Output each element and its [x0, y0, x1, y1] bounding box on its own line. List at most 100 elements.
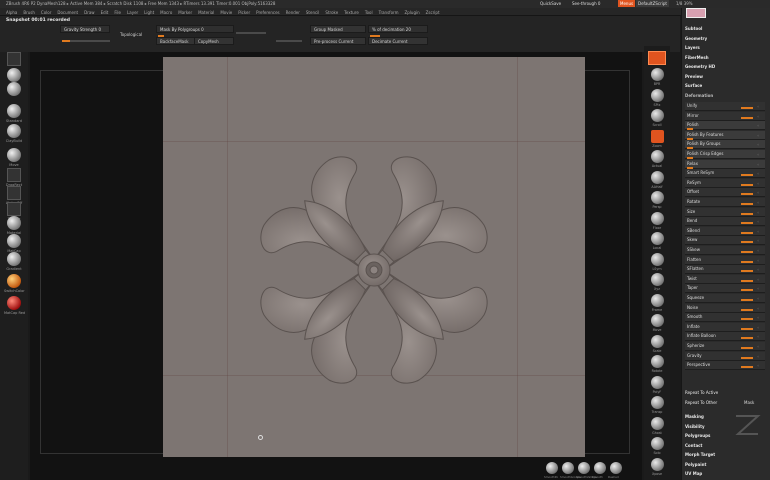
menu-item-marker[interactable]: Marker: [178, 10, 192, 15]
right-shelf-bpr[interactable]: BPR: [647, 68, 667, 86]
menu-item-preferences[interactable]: Preferences: [256, 10, 280, 15]
left-shelf-item[interactable]: ClayBuild: [4, 124, 24, 143]
axis-toggle-icon[interactable]: ◦: [757, 315, 762, 320]
deform-slider[interactable]: [741, 318, 753, 321]
default-zscript-button[interactable]: DefaultZScript: [636, 0, 669, 7]
brush-smooth-icon[interactable]: [594, 462, 606, 474]
right-shelf-rotate[interactable]: Rotate: [647, 355, 667, 373]
left-shelf-item[interactable]: [4, 82, 24, 97]
deform-relax[interactable]: Relax ◦: [685, 159, 765, 169]
deform-slider[interactable]: [741, 231, 753, 234]
menus-button[interactable]: Menus: [618, 0, 636, 7]
menu-item-draw[interactable]: Draw: [84, 10, 94, 15]
left-shelf-item[interactable]: Gradient: [4, 252, 24, 271]
group-masked-button[interactable]: Group Masked: [310, 25, 366, 33]
repeat-mask-button[interactable]: Mask: [744, 400, 754, 405]
menu-item-zplugin[interactable]: Zplugin: [405, 10, 420, 15]
deform-slider[interactable]: [741, 251, 753, 253]
deform-noise[interactable]: Noise ◦: [685, 303, 765, 313]
menu-item-zscript[interactable]: Zscript: [426, 10, 440, 15]
deform-rotate[interactable]: Rotate ◦: [685, 198, 765, 207]
deform-slider[interactable]: [741, 174, 753, 177]
right-shelf-move[interactable]: Move: [647, 314, 667, 332]
axis-toggle-icon[interactable]: ◦: [757, 229, 762, 234]
deform-resym[interactable]: ReSym ◦: [685, 178, 765, 188]
axis-toggle-icon[interactable]: ◦: [757, 171, 762, 176]
menu-item-stroke[interactable]: Stroke: [325, 10, 338, 15]
material-swatch[interactable]: [686, 8, 706, 18]
deform-inflate-balloon[interactable]: Inflate Balloon ◦: [685, 332, 765, 342]
tray-menu-fibermesh[interactable]: FiberMesh: [685, 55, 768, 62]
axis-toggle-icon[interactable]: ◦: [757, 190, 762, 195]
right-shelf-floor[interactable]: Floor: [647, 211, 667, 230]
decimation-percent-slider[interactable]: % of decimation 20: [368, 25, 428, 33]
tray-menu-layers[interactable]: Layers: [685, 45, 768, 52]
brush-smoothgroups-icon[interactable]: [562, 462, 574, 474]
left-shelf-item[interactable]: SwitchColor: [4, 274, 25, 293]
right-shelf-scale[interactable]: Scale: [647, 334, 667, 353]
right-shelf-transp[interactable]: Transp: [647, 396, 667, 414]
axis-toggle-icon[interactable]: ◦: [757, 181, 762, 186]
menu-item-macro[interactable]: Macro: [160, 10, 172, 15]
right-shelf-scroll[interactable]: Scroll: [647, 109, 667, 127]
deform-slider[interactable]: [741, 327, 753, 330]
axis-toggle-icon[interactable]: ◦: [757, 238, 762, 243]
axis-toggle-icon[interactable]: ◦: [757, 296, 762, 301]
deform-slider[interactable]: [741, 107, 753, 109]
axis-toggle-icon[interactable]: ◦: [757, 162, 762, 167]
deform-slider[interactable]: [741, 183, 753, 186]
right-shelf-persp[interactable]: Persp: [647, 191, 667, 209]
menu-item-render[interactable]: Render: [286, 10, 300, 15]
tray-menu-subtool[interactable]: Subtool: [685, 26, 768, 33]
deform-slider[interactable]: [741, 366, 753, 369]
repeat-to-active-button[interactable]: Repeat To Active: [685, 390, 768, 397]
deform-bend[interactable]: Bend ◦: [685, 217, 765, 227]
copy-mesh-button[interactable]: CopyMesh: [194, 37, 234, 45]
left-shelf-item[interactable]: Material: [4, 216, 24, 235]
deform-slider[interactable]: [741, 222, 753, 225]
tray-menu-contact[interactable]: Contact: [685, 443, 768, 450]
deform-polish-by-features[interactable]: Polish By Features ◦: [685, 130, 765, 140]
gravity-strength-slider[interactable]: Gravity Strength 0: [60, 25, 110, 33]
menu-item-light[interactable]: Light: [144, 10, 154, 15]
deform-gravity[interactable]: Gravity ◦: [685, 351, 765, 361]
right-shelf-xyz[interactable]: Xyz: [647, 273, 667, 291]
axis-toggle-icon[interactable]: ◦: [757, 210, 762, 215]
right-shelf-zoom[interactable]: Zoom: [647, 129, 667, 148]
deform-sflatten[interactable]: SFlatten ◦: [685, 265, 765, 275]
axis-toggle-icon[interactable]: ◦: [757, 133, 762, 138]
deform-sbend[interactable]: SBend ◦: [685, 226, 765, 236]
axis-toggle-icon[interactable]: ◦: [757, 325, 762, 330]
deformation-title[interactable]: Deformation: [685, 93, 768, 100]
axis-toggle-icon[interactable]: ◦: [757, 104, 762, 109]
deform-slider[interactable]: [741, 270, 753, 273]
brush-smoothvalleys-icon[interactable]: [578, 462, 590, 474]
deform-slider[interactable]: [741, 279, 753, 282]
deform-slider[interactable]: [741, 116, 753, 119]
menu-item-brush[interactable]: Brush: [23, 10, 35, 15]
menu-item-file[interactable]: File: [114, 10, 121, 15]
deform-squeeze[interactable]: Squeeze ◦: [685, 294, 765, 303]
menu-item-color[interactable]: Color: [41, 10, 51, 15]
seethrough-slider[interactable]: See-through 0: [572, 1, 600, 6]
bpr-render-button[interactable]: [648, 51, 666, 65]
tray-menu-morph-target[interactable]: Morph Target: [685, 452, 768, 459]
deform-slider[interactable]: [741, 241, 753, 244]
ornament-model[interactable]: [163, 57, 585, 457]
deform-unify[interactable]: Unify ◦: [685, 102, 765, 111]
axis-toggle-icon[interactable]: ◦: [757, 286, 762, 291]
right-shelf-actual[interactable]: Actual: [647, 150, 667, 168]
mask-by-polygroups-slider[interactable]: Mask By Polygroups 0: [156, 25, 234, 33]
deform-slider[interactable]: [741, 212, 753, 215]
deform-skew[interactable]: Skew ◦: [685, 236, 765, 246]
deform-polish-crisp-edges[interactable]: Polish Crisp Edges ◦: [685, 150, 765, 159]
menu-item-picker[interactable]: Picker: [238, 10, 250, 15]
deform-slider[interactable]: [741, 299, 753, 301]
right-shelf-frame[interactable]: Frame: [647, 293, 667, 312]
tray-menu-preview[interactable]: Preview: [685, 74, 768, 81]
left-shelf-item[interactable]: MatCap: [4, 234, 24, 253]
deform-slider[interactable]: [741, 203, 753, 205]
axis-toggle-icon[interactable]: ◦: [757, 114, 762, 119]
deform-inflate[interactable]: Inflate ◦: [685, 322, 765, 332]
deform-spherize[interactable]: Spherize ◦: [685, 342, 765, 351]
